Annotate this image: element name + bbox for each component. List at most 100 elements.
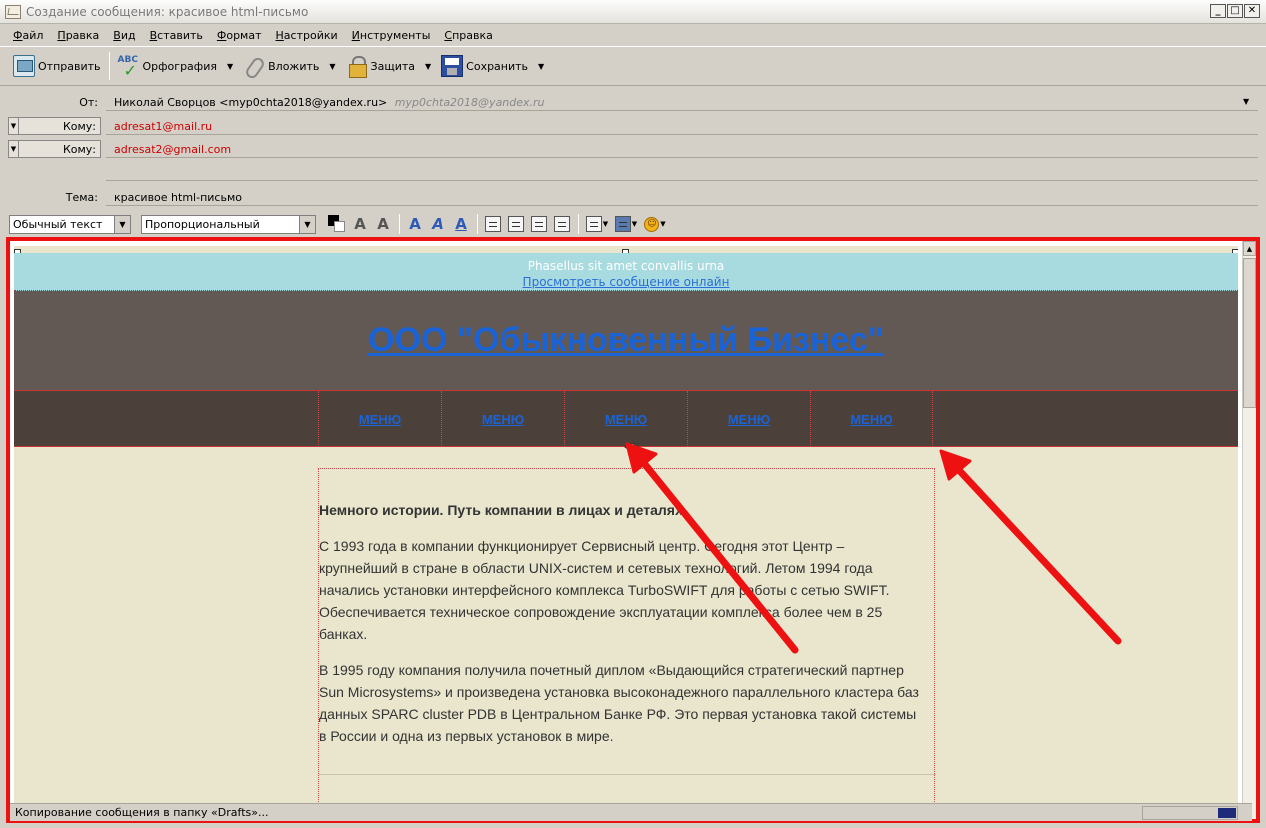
from-dropdown-icon[interactable]: ▼ bbox=[1243, 97, 1249, 106]
compose-toolbar: Отправить ABC Орфография ▼ Вложить ▼ Защ… bbox=[0, 46, 1266, 86]
to-label-2: Кому: bbox=[62, 142, 96, 156]
chevron-down-icon[interactable]: ▼ bbox=[425, 62, 431, 71]
format-separator bbox=[399, 214, 400, 234]
menu-help[interactable]: Справка bbox=[437, 29, 499, 42]
recipient-field-2[interactable]: adresat2@gmail.com bbox=[114, 143, 231, 156]
nav-link[interactable]: МЕНЮ bbox=[605, 412, 647, 427]
menu-tools[interactable]: Инструменты bbox=[345, 29, 438, 42]
paragraph-style-value: Обычный текст bbox=[13, 217, 103, 231]
text-color-button[interactable] bbox=[326, 214, 348, 234]
menu-insert[interactable]: Вставить bbox=[143, 29, 210, 42]
status-text: Копирование сообщения в папку «Drafts»..… bbox=[15, 806, 269, 819]
company-title-link[interactable]: ООО "Обыкновенный Бизнес" bbox=[368, 321, 884, 360]
menu-settings[interactable]: Настройки bbox=[269, 29, 345, 42]
lock-icon bbox=[346, 55, 368, 78]
message-editor[interactable]: Phasellus sit amet convallis urna Просмо… bbox=[6, 237, 1260, 823]
editor-scrollbar[interactable]: ▲ bbox=[1242, 241, 1256, 819]
chevron-down-icon[interactable]: ▼ bbox=[329, 62, 335, 71]
chevron-down-icon: ▼ bbox=[299, 215, 315, 233]
font-larger-button[interactable]: A bbox=[372, 214, 394, 234]
align-button[interactable]: ▼ bbox=[583, 214, 611, 234]
toolbar-separator bbox=[108, 52, 110, 80]
bullet-list-button[interactable] bbox=[482, 214, 504, 234]
numbered-list-button[interactable] bbox=[505, 214, 527, 234]
menu-view[interactable]: Вид bbox=[106, 29, 142, 42]
security-label: Защита bbox=[370, 59, 415, 73]
format-separator bbox=[477, 214, 478, 234]
nav-item[interactable]: МЕНЮ bbox=[687, 391, 810, 447]
background-color-swatch bbox=[334, 221, 345, 232]
progress-fill bbox=[1218, 807, 1236, 818]
view-online-link[interactable]: Просмотреть сообщение онлайн bbox=[14, 275, 1238, 289]
article-paragraph-1: С 1993 года в компании функционирует Сер… bbox=[319, 538, 890, 642]
status-bar: Копирование сообщения в папку «Drafts»..… bbox=[10, 803, 1252, 821]
chevron-down-icon: ▼ bbox=[602, 220, 609, 228]
font-select[interactable]: Пропорциональный ▼ bbox=[141, 214, 316, 234]
minimize-button[interactable]: _ bbox=[1210, 4, 1226, 18]
recipient-field-1[interactable]: adresat1@mail.ru bbox=[114, 120, 212, 133]
to-label-1: Кому: bbox=[62, 119, 96, 133]
nav-cells: МЕНЮ МЕНЮ МЕНЮ МЕНЮ МЕНЮ bbox=[318, 391, 933, 447]
paragraph-style-select[interactable]: Обычный текст ▼ bbox=[9, 214, 131, 234]
send-label: Отправить bbox=[38, 59, 101, 73]
recipient-underline-1 bbox=[106, 134, 1258, 135]
chevron-down-icon[interactable]: ▼ bbox=[538, 62, 544, 71]
nav-item[interactable]: МЕНЮ bbox=[441, 391, 564, 447]
subject-underline bbox=[106, 205, 1258, 206]
scroll-thumb[interactable] bbox=[1243, 258, 1256, 408]
spelling-button[interactable]: ABC Орфография ▼ bbox=[113, 51, 239, 81]
nav-item[interactable]: МЕНЮ bbox=[810, 391, 933, 447]
format-toolbar: Обычный текст ▼ Пропорциональный ▼ A A A… bbox=[0, 211, 1266, 237]
title-bar: Создание сообщения: красивое html-письмо… bbox=[0, 0, 1266, 24]
chevron-down-icon[interactable]: ▼ bbox=[227, 62, 233, 71]
from-field[interactable]: Николай Сворцов <myp0chta2018@yandex.ru>… bbox=[114, 96, 545, 109]
insert-image-button[interactable]: ▼ bbox=[612, 214, 640, 234]
save-button[interactable]: Сохранить ▼ bbox=[436, 51, 549, 81]
menu-edit[interactable]: Правка bbox=[50, 29, 106, 42]
insert-smiley-button[interactable]: ☺ ▼ bbox=[641, 214, 669, 234]
menu-format[interactable]: Формат bbox=[210, 29, 269, 42]
security-button[interactable]: Защита ▼ bbox=[341, 51, 437, 81]
nav-link[interactable]: МЕНЮ bbox=[850, 412, 892, 427]
underline-button[interactable]: A bbox=[450, 214, 472, 234]
outdent-button[interactable] bbox=[528, 214, 550, 234]
from-hint: myp0chta2018@yandex.ru bbox=[394, 96, 545, 109]
recipient-type-selector-1[interactable]: ▼ Кому: bbox=[8, 117, 101, 135]
recipient-underline-2 bbox=[106, 157, 1258, 158]
menu-file[interactable]: Файл bbox=[6, 29, 50, 42]
send-button[interactable]: Отправить bbox=[8, 51, 106, 81]
recipient-underline-empty bbox=[106, 180, 1258, 181]
font-smaller-button[interactable]: A bbox=[349, 214, 371, 234]
nav-item[interactable]: МЕНЮ bbox=[318, 391, 441, 447]
recipient-type-selector-2[interactable]: ▼ Кому: bbox=[8, 140, 101, 158]
chevron-down-icon: ▼ bbox=[660, 220, 666, 228]
indent-button[interactable] bbox=[551, 214, 573, 234]
from-label: От: bbox=[79, 96, 98, 109]
close-button[interactable]: ✕ bbox=[1244, 4, 1260, 18]
bold-button[interactable]: A bbox=[404, 214, 426, 234]
nav-link[interactable]: МЕНЮ bbox=[482, 412, 524, 427]
spellcheck-icon: ABC bbox=[118, 55, 140, 80]
maximize-button[interactable]: □ bbox=[1227, 4, 1243, 18]
indent-icon bbox=[554, 216, 570, 232]
window-title: Создание сообщения: красивое html-письмо bbox=[26, 4, 309, 19]
font-value: Пропорциональный bbox=[145, 217, 260, 231]
chevron-down-icon: ▼ bbox=[9, 141, 19, 157]
progress-bar bbox=[1142, 805, 1238, 820]
menu-bar: Файл Правка Вид Вставить Формат Настройк… bbox=[0, 25, 1266, 45]
italic-button[interactable]: A bbox=[427, 214, 449, 234]
subject-field[interactable]: красивое html-письмо bbox=[114, 191, 242, 204]
spelling-label: Орфография bbox=[142, 59, 217, 73]
chevron-down-icon: ▼ bbox=[631, 220, 638, 228]
smiley-icon: ☺ bbox=[644, 216, 660, 232]
send-icon bbox=[13, 55, 35, 77]
attach-button[interactable]: Вложить ▼ bbox=[238, 51, 340, 81]
scroll-up-arrow-icon[interactable]: ▲ bbox=[1243, 241, 1256, 256]
table-resize-icon[interactable] bbox=[624, 443, 640, 451]
nav-link[interactable]: МЕНЮ bbox=[728, 412, 770, 427]
floppy-disk-icon bbox=[441, 55, 464, 77]
format-separator bbox=[578, 214, 579, 234]
window-controls: _ □ ✕ bbox=[1210, 4, 1260, 18]
nav-item[interactable]: МЕНЮ bbox=[564, 391, 687, 447]
nav-link[interactable]: МЕНЮ bbox=[359, 412, 401, 427]
